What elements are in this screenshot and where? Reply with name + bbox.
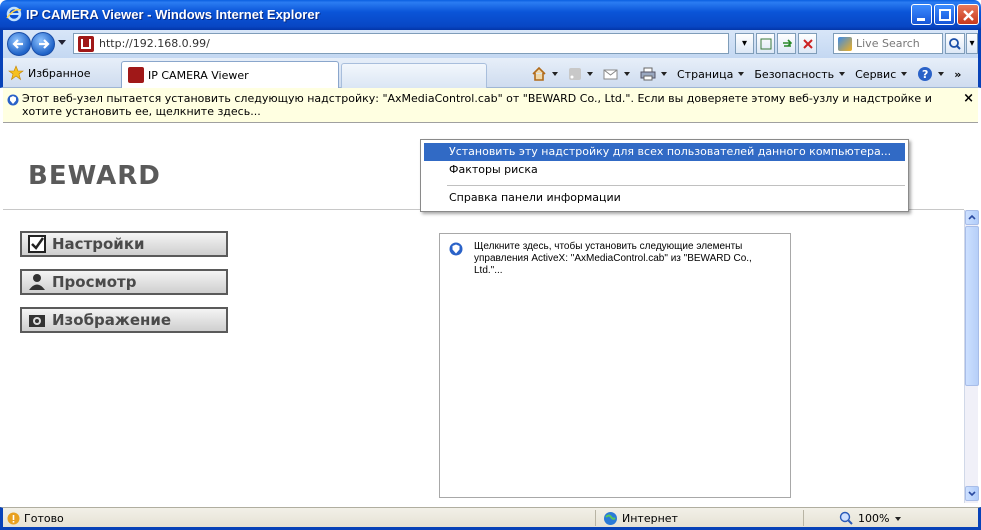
- favorites-label: Избранное: [28, 66, 91, 80]
- ie-logo-icon: [6, 6, 22, 22]
- search-options-button[interactable]: ▾: [966, 33, 978, 54]
- refresh-icon: [782, 39, 792, 47]
- home-button[interactable]: [531, 66, 558, 82]
- search-icon: [949, 38, 961, 50]
- information-bar-message[interactable]: Этот веб-узел пытается установить следую…: [22, 92, 952, 118]
- search-field[interactable]: Live Search: [833, 33, 943, 54]
- tab-title: IP CAMERA Viewer: [148, 69, 249, 82]
- forward-arrow-icon: [39, 39, 50, 49]
- menu-item-infobar-help[interactable]: Справка панели информации: [424, 189, 905, 207]
- minimize-button[interactable]: [911, 4, 932, 25]
- information-bar[interactable]: Этот веб-узел пытается установить следую…: [3, 88, 978, 123]
- search-button[interactable]: [945, 33, 965, 54]
- maximize-icon: [939, 9, 951, 21]
- safety-menu[interactable]: Безопасность: [754, 67, 846, 81]
- close-infobar-icon[interactable]: ×: [963, 91, 974, 106]
- activex-message[interactable]: Щелкните здесь, чтобы установить следующ…: [474, 241, 782, 277]
- address-url[interactable]: http://192.168.0.99/: [99, 37, 210, 50]
- tab-ip-camera-viewer[interactable]: IP CAMERA Viewer: [121, 61, 339, 88]
- minimize-icon: [917, 18, 925, 21]
- beward-logo: BEWARD: [28, 161, 161, 191]
- title-bar: IP CAMERA Viewer - Windows Internet Expl…: [0, 0, 981, 30]
- status-ready: Готово: [7, 512, 64, 525]
- printer-icon: [640, 67, 656, 81]
- print-button[interactable]: [640, 66, 667, 82]
- chevron-down-icon: [968, 491, 976, 497]
- back-arrow-icon: [12, 39, 23, 49]
- status-ready-label: Готово: [24, 512, 64, 525]
- help-button[interactable]: ?: [917, 66, 945, 82]
- scroll-up-button[interactable]: [965, 210, 979, 225]
- status-bar: Готово Интернет 100%: [0, 507, 981, 530]
- star-icon: [8, 65, 24, 81]
- safety-menu-label: Безопасность: [754, 67, 835, 81]
- stop-icon: [802, 39, 813, 49]
- refresh-button[interactable]: [777, 33, 796, 54]
- security-zone[interactable]: Интернет: [603, 511, 678, 526]
- menu-item-risk-factors[interactable]: Факторы риска: [424, 161, 905, 179]
- compatibility-button[interactable]: [756, 33, 775, 54]
- mail-button[interactable]: [603, 67, 630, 81]
- page-menu[interactable]: Страница: [677, 67, 745, 81]
- scroll-thumb[interactable]: [965, 226, 979, 386]
- security-zone-label: Интернет: [622, 512, 678, 525]
- window-title: IP CAMERA Viewer - Windows Internet Expl…: [26, 7, 320, 22]
- menu-item-install-for-all-users[interactable]: Установить эту надстройку для всех польз…: [424, 143, 905, 161]
- mail-icon: [603, 69, 618, 80]
- search-placeholder[interactable]: Live Search: [856, 37, 920, 50]
- chevron-more-icon[interactable]: »: [954, 68, 961, 81]
- help-icon: ?: [918, 67, 933, 81]
- chevron-up-icon: [968, 214, 976, 220]
- person-icon: [29, 274, 45, 290]
- globe-icon: [604, 512, 617, 525]
- shield-icon: [7, 94, 19, 106]
- page-icon: [760, 38, 771, 50]
- nav-view-label: Просмотр: [52, 273, 137, 291]
- nav-settings-button[interactable]: Настройки: [20, 231, 228, 257]
- home-icon: [532, 66, 546, 81]
- favorites-button[interactable]: Избранное: [8, 64, 90, 82]
- address-field[interactable]: http://192.168.0.99/: [73, 33, 729, 54]
- shield-icon: [449, 242, 463, 256]
- tab-favicon-icon: [128, 67, 144, 83]
- svg-text:?: ?: [922, 68, 928, 81]
- close-window-button[interactable]: [957, 4, 979, 25]
- nav-image-button[interactable]: Изображение: [20, 307, 228, 333]
- site-favicon-icon: [78, 36, 94, 52]
- rss-icon: [569, 68, 581, 80]
- address-toolbar: http://192.168.0.99/ ▾ Live Search ▾: [0, 30, 981, 58]
- zoom-icon: [839, 511, 853, 525]
- forward-button[interactable]: [31, 32, 55, 56]
- new-tab-button[interactable]: [341, 63, 487, 88]
- command-bar: Страница Безопасность Сервис ? »: [531, 65, 971, 83]
- page-menu-label: Страница: [677, 67, 734, 81]
- address-dropdown-button[interactable]: ▾: [735, 33, 754, 54]
- warning-icon: [7, 512, 20, 525]
- close-icon: [963, 10, 974, 21]
- nav-image-label: Изображение: [52, 311, 172, 329]
- nav-settings-label: Настройки: [52, 235, 145, 253]
- back-button[interactable]: [7, 32, 31, 56]
- activex-placeholder[interactable]: Щелкните здесь, чтобы установить следующ…: [439, 233, 791, 498]
- scroll-down-button[interactable]: [965, 486, 979, 501]
- infobar-context-menu: Установить эту надстройку для всех польз…: [420, 139, 909, 212]
- tools-menu-label: Сервис: [855, 67, 897, 81]
- camera-icon: [29, 315, 45, 327]
- maximize-button[interactable]: [934, 4, 955, 25]
- zoom-control[interactable]: 100%: [839, 511, 902, 526]
- zoom-level: 100%: [858, 512, 890, 525]
- feeds-button[interactable]: [568, 67, 593, 81]
- tab-toolbar: Избранное IP CAMERA Viewer Страница Безо…: [0, 58, 981, 88]
- nav-view-button[interactable]: Просмотр: [20, 269, 228, 295]
- vertical-scrollbar[interactable]: [964, 210, 979, 503]
- menu-divider: [447, 185, 905, 186]
- checkbox-icon: [28, 235, 46, 253]
- history-dropdown-icon[interactable]: [58, 40, 66, 45]
- stop-button[interactable]: [798, 33, 817, 54]
- live-search-icon: [838, 37, 852, 51]
- tools-menu[interactable]: Сервис: [855, 67, 908, 81]
